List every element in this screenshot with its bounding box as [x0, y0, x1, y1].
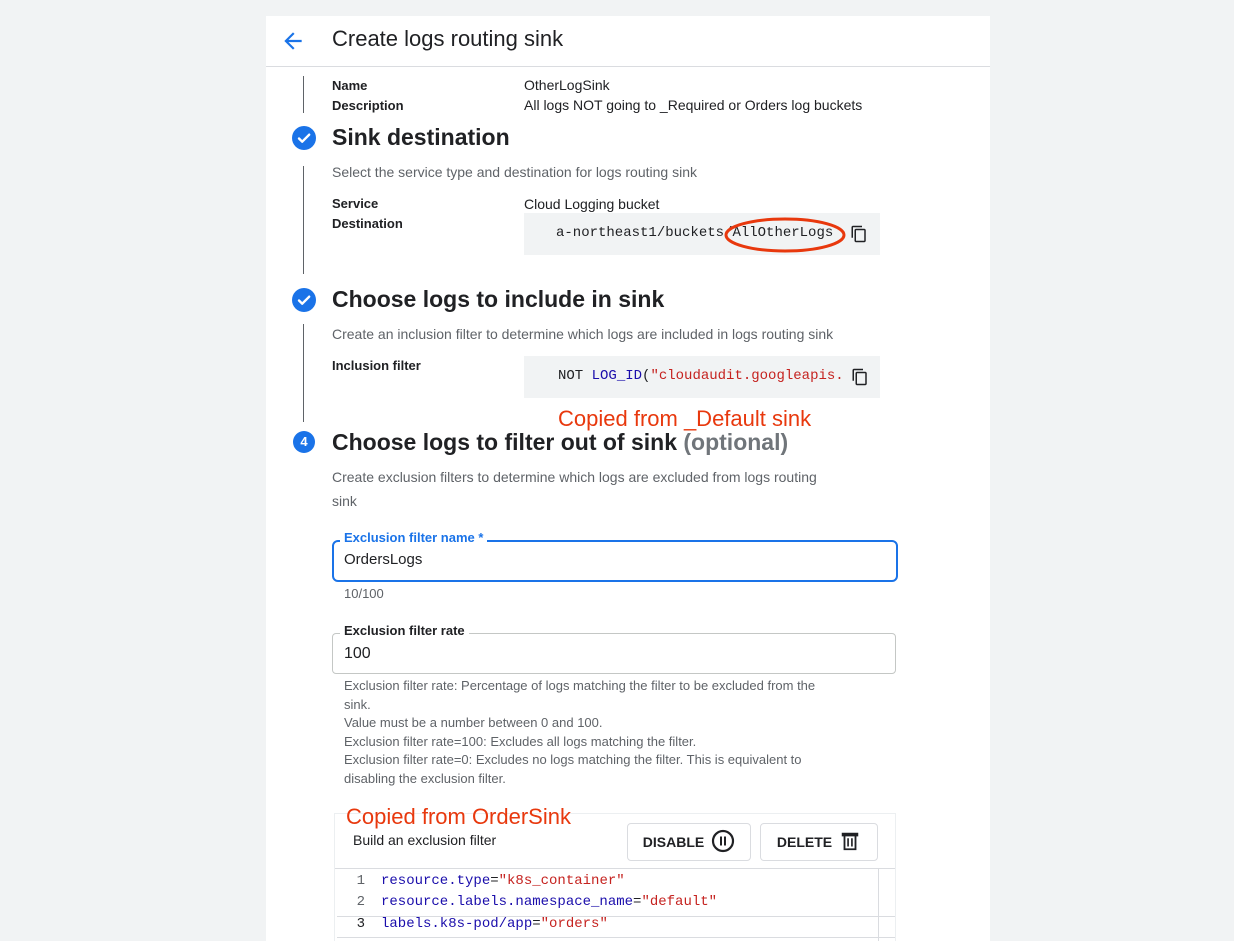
destination-label: Destination — [332, 216, 403, 231]
helper-line: Exclusion filter rate: Percentage of log… — [344, 678, 816, 693]
helper-line: Value must be a number between 0 and 100… — [344, 715, 603, 730]
editor-line[interactable]: 3 labels.k8s-pod/app="orders" — [343, 916, 608, 936]
exclusion-filter-rate-label: Exclusion filter rate — [340, 623, 469, 638]
editor-line[interactable]: 1 resource.type="k8s_container" — [343, 873, 625, 893]
check-circle-icon — [292, 288, 316, 312]
helper-line: Exclusion filter rate=100: Excludes all … — [344, 733, 697, 749]
back-arrow-icon[interactable] — [280, 28, 306, 54]
step-connector-line — [303, 76, 304, 113]
page-title: Create logs routing sink — [332, 26, 564, 51]
page-header: Create logs routing sink — [266, 16, 990, 67]
service-label: Service — [332, 196, 379, 211]
include-subtitle: Create an inclusion filter to determine … — [332, 326, 834, 342]
check-circle-icon — [292, 126, 316, 150]
description-value: All logs NOT going to _Required or Order… — [524, 97, 863, 113]
optional-label: (optional) — [683, 429, 789, 455]
annotation-copied-order: Copied from OrderSink — [346, 804, 571, 829]
exclude-subtitle-line1: Create exclusion filters to determine wh… — [332, 469, 817, 485]
name-label: Name — [332, 78, 368, 93]
rate-helper-text: Exclusion filter rate: Percentage of log… — [344, 677, 904, 788]
disable-button-label: DISABLE — [642, 834, 705, 850]
description-label: Description — [332, 98, 404, 113]
disable-button[interactable]: DISABLE — [627, 823, 751, 861]
exclusion-filter-rate-value[interactable]: 100 — [344, 645, 371, 663]
exclude-title: Choose logs to filter out of sink (optio… — [332, 429, 789, 455]
filter-editor[interactable]: 1 resource.type="k8s_container" 2 resource… — [335, 868, 895, 941]
sink-destination-title: Sink destination — [332, 124, 510, 150]
name-value: OtherLogSink — [524, 77, 610, 93]
inclusion-filter-text: NOT LOG_ID("cloudaudit.googleapis. — [558, 368, 844, 384]
builder-title: Build an exclusion filter — [353, 832, 497, 848]
character-counter: 10/100 — [344, 586, 384, 601]
screenshot-frame: Create logs routing sink Name OtherLogSi… — [8, 8, 1232, 941]
delete-button-label: DELETE — [776, 834, 833, 850]
inclusion-filter-code-box: NOT LOG_ID("cloudaudit.googleapis. — [524, 356, 880, 398]
helper-line: Exclusion filter rate=0: Excludes no log… — [344, 752, 802, 767]
service-value: Cloud Logging bucket — [524, 196, 660, 212]
helper-line: disabling the exclusion filter. — [344, 770, 506, 786]
exclusion-filter-builder: Build an exclusion filter DISABLE DELETE… — [334, 813, 896, 941]
pause-circle-icon — [711, 829, 735, 856]
exclusion-filter-rate-field[interactable]: 100 — [332, 633, 896, 674]
include-title: Choose logs to include in sink — [332, 286, 665, 312]
copy-icon[interactable] — [851, 368, 869, 386]
exclusion-filter-name-label: Exclusion filter name * — [340, 530, 488, 545]
editor-line[interactable]: 2 resource.labels.namespace_name="default… — [343, 894, 717, 914]
helper-line: sink. — [344, 696, 371, 712]
create-sink-panel: Create logs routing sink Name OtherLogSi… — [266, 16, 990, 941]
delete-button[interactable]: DELETE — [760, 823, 878, 861]
exclusion-filter-name-value[interactable]: OrdersLogs — [344, 551, 422, 568]
annotation-circle — [724, 217, 846, 253]
inclusion-filter-label: Inclusion filter — [332, 358, 421, 373]
step-number-badge: 4 — [293, 431, 315, 453]
trash-icon — [839, 830, 861, 855]
copy-icon[interactable] — [850, 225, 868, 243]
exclude-subtitle-line2: sink — [332, 493, 357, 509]
exclusion-filter-name-field[interactable]: OrdersLogs — [332, 540, 898, 582]
step-connector-line — [303, 324, 304, 422]
step-connector-line — [303, 166, 304, 274]
sink-destination-subtitle: Select the service type and destination … — [332, 164, 697, 180]
